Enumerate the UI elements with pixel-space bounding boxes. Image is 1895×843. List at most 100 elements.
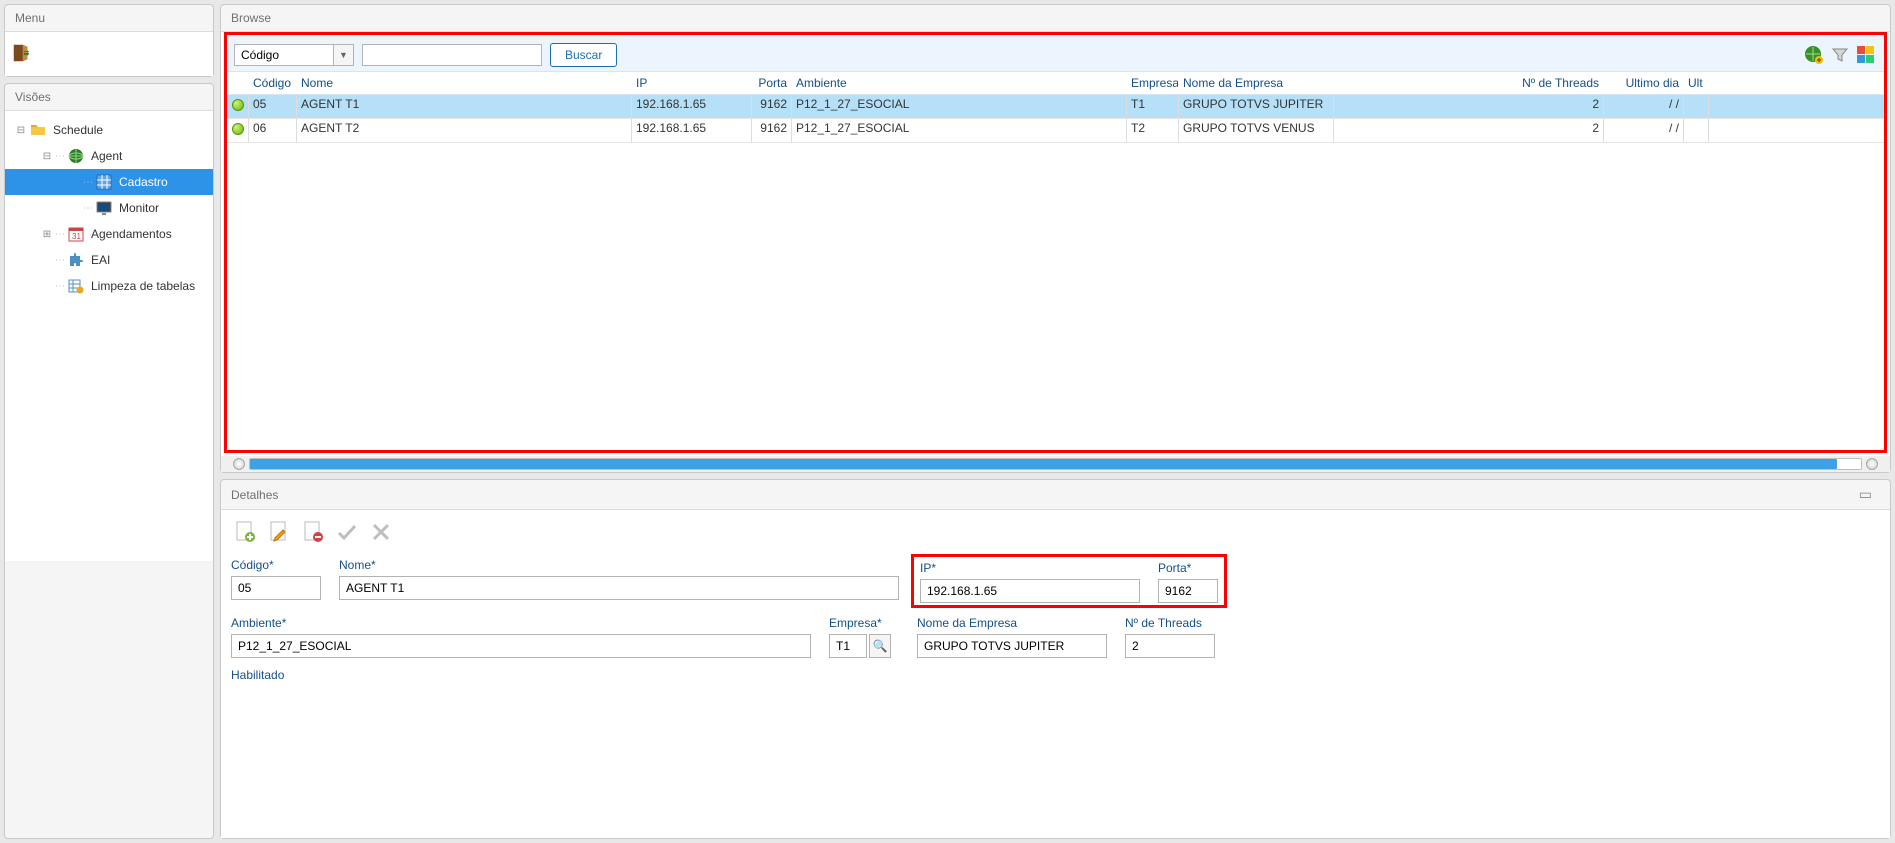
input-nome-empresa[interactable] (917, 634, 1107, 658)
tree-item-eai[interactable]: ⋯EAI (5, 247, 213, 273)
tree-label: Schedule (53, 123, 103, 137)
scroll-left-icon[interactable] (233, 458, 245, 470)
col-empresa[interactable]: Empresa (1127, 72, 1179, 94)
label-habilitado: Habilitado (231, 668, 1880, 682)
cell-ult (1684, 119, 1709, 142)
col-threads[interactable]: Nº de Threads (1334, 72, 1604, 94)
input-ambiente[interactable] (231, 634, 811, 658)
cell-ambiente: P12_1_27_ESOCIAL (792, 95, 1127, 118)
col-nome[interactable]: Nome (297, 72, 632, 94)
search-field-combo[interactable]: ▼ (234, 44, 354, 66)
minimize-icon[interactable]: ▭ (1859, 486, 1872, 503)
label-ip: IP* (920, 561, 1140, 575)
search-button[interactable]: Buscar (550, 43, 617, 67)
horizontal-scrollbar[interactable] (221, 456, 1890, 472)
label-codigo: Código* (231, 558, 321, 572)
scroll-right-icon[interactable] (1866, 458, 1878, 470)
puzzle-icon (67, 251, 85, 269)
table-row[interactable]: 06AGENT T2192.168.1.659162P12_1_27_ESOCI… (227, 119, 1884, 143)
cell-ultimo: / / (1604, 119, 1684, 142)
label-nome-empresa: Nome da Empresa (917, 616, 1107, 630)
tree-item-cadastro[interactable]: ⋯Cadastro (5, 169, 213, 195)
status-dot-icon (232, 123, 244, 135)
col-codigo[interactable]: Código (249, 72, 297, 94)
tree-label: Monitor (119, 201, 159, 215)
table-row[interactable]: 05AGENT T1192.168.1.659162P12_1_27_ESOCI… (227, 95, 1884, 119)
menu-title: Menu (5, 5, 213, 32)
search-field-input[interactable] (234, 44, 334, 66)
grid-header: Código Nome IP Porta Ambiente Empresa No… (227, 72, 1884, 95)
tree-label: Cadastro (119, 175, 168, 189)
status-dot-icon (232, 99, 244, 111)
delete-doc-icon[interactable] (299, 518, 327, 546)
browse-grid-highlight: ▼ Buscar Código Nome IP (224, 32, 1887, 453)
cell-empresa: T2 (1127, 119, 1179, 142)
grid-color-icon[interactable] (1855, 44, 1877, 66)
cell-ip: 192.168.1.65 (632, 95, 752, 118)
details-title: Detalhes (231, 488, 278, 502)
tree-item-limpeza-de-tabelas[interactable]: ⋯Limpeza de tabelas (5, 273, 213, 299)
cell-ult (1684, 95, 1709, 118)
col-ambiente[interactable]: Ambiente (792, 72, 1127, 94)
col-ultimo[interactable]: Ultimo dia (1604, 72, 1684, 94)
label-threads: Nº de Threads (1125, 616, 1215, 630)
grid-icon (95, 173, 113, 191)
new-doc-icon[interactable] (231, 518, 259, 546)
tree-toggle-icon[interactable]: ⊟ (15, 125, 27, 136)
details-panel: Detalhes ▭ Código* Nome* (220, 479, 1891, 839)
svg-text:31: 31 (72, 232, 81, 241)
input-codigo[interactable] (231, 576, 321, 600)
col-porta[interactable]: Porta (752, 72, 792, 94)
tree-toggle-icon[interactable]: ⊞ (41, 229, 53, 240)
search-icon[interactable]: 🔍 (869, 634, 891, 658)
cell-codigo: 05 (249, 95, 297, 118)
check-icon[interactable] (333, 518, 361, 546)
calendar-icon: 31 (67, 225, 85, 243)
tree-item-agent[interactable]: ⊟⋯Agent (5, 143, 213, 169)
tree-label: Agendamentos (91, 227, 172, 241)
globe-icon (67, 147, 85, 165)
input-nome[interactable] (339, 576, 899, 600)
label-empresa: Empresa* (829, 616, 899, 630)
globe-add-icon[interactable] (1803, 44, 1825, 66)
label-porta: Porta* (1158, 561, 1218, 575)
browse-panel: Browse ▼ Buscar (220, 4, 1891, 473)
scroll-thumb[interactable] (250, 459, 1837, 469)
cell-nome: AGENT T1 (297, 95, 632, 118)
input-threads[interactable] (1125, 634, 1215, 658)
cancel-icon[interactable] (367, 518, 395, 546)
cell-codigo: 06 (249, 119, 297, 142)
cell-empresa: T1 (1127, 95, 1179, 118)
cell-nome: AGENT T2 (297, 119, 632, 142)
tree-label: Limpeza de tabelas (91, 279, 195, 293)
col-nome-empresa[interactable]: Nome da Empresa (1179, 72, 1334, 94)
tree-item-agendamentos[interactable]: ⊞⋯31Agendamentos (5, 221, 213, 247)
input-empresa[interactable] (829, 634, 867, 658)
visions-panel: Visões ⊟Schedule⊟⋯Agent⋯Cadastro⋯Monitor… (4, 83, 214, 839)
tree-label: Agent (91, 149, 122, 163)
browse-title: Browse (221, 5, 1890, 32)
chevron-down-icon[interactable]: ▼ (334, 44, 354, 66)
folder-icon (29, 121, 47, 139)
cell-porta: 9162 (752, 119, 792, 142)
input-ip[interactable] (920, 579, 1140, 603)
edit-doc-icon[interactable] (265, 518, 293, 546)
input-porta[interactable] (1158, 579, 1218, 603)
tree-item-schedule[interactable]: ⊟ Schedule (5, 117, 213, 143)
col-ip[interactable]: IP (632, 72, 752, 94)
cell-threads: 2 (1334, 119, 1604, 142)
col-ult[interactable]: Ult (1684, 72, 1709, 94)
cell-ultimo: / / (1604, 95, 1684, 118)
details-toolbar (231, 518, 1880, 546)
tree-toggle-icon[interactable]: ⊟ (41, 151, 53, 162)
search-row: ▼ Buscar (224, 32, 1887, 72)
search-input[interactable] (362, 44, 542, 66)
cell-ambiente: P12_1_27_ESOCIAL (792, 119, 1127, 142)
exit-icon[interactable] (11, 42, 33, 67)
monitor-icon (95, 199, 113, 217)
label-ambiente: Ambiente* (231, 616, 811, 630)
tree-item-monitor[interactable]: ⋯Monitor (5, 195, 213, 221)
filter-icon[interactable] (1829, 44, 1851, 66)
cell-porta: 9162 (752, 95, 792, 118)
cell-nome-empresa: GRUPO TOTVS JUPITER (1179, 95, 1334, 118)
